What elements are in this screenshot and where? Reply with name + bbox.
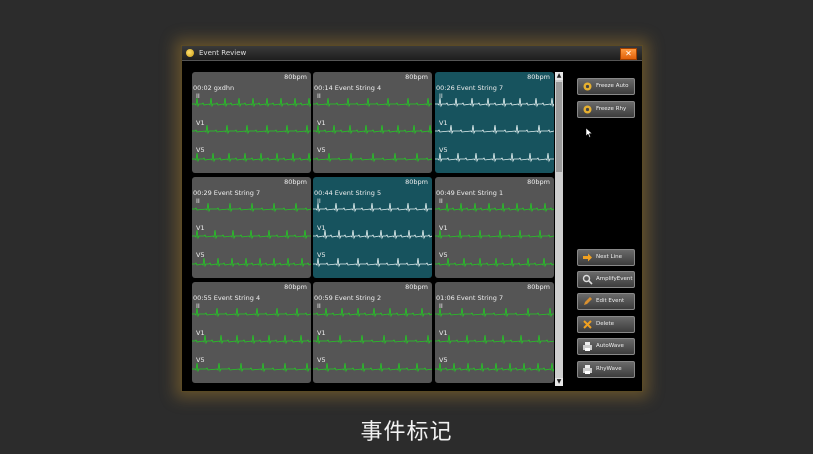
event-review-window: Event Review ✕ 80bpm 00:02 gxdhn II V1 V5 80b… (181, 45, 643, 392)
close-button[interactable]: ✕ (620, 48, 637, 60)
event-tile[interactable]: 80bpm 00:14 Event String 4 II V1 V5 (313, 72, 432, 173)
freeze-auto-button[interactable]: Freeze Auto (577, 78, 635, 95)
event-title: 00:02 gxdhn (193, 84, 235, 92)
ecg-waveform (192, 334, 311, 345)
event-tile[interactable]: 80bpm 00:29 Event String 7 II V1 V5 (192, 177, 311, 278)
heart-rate-label: 80bpm (527, 178, 550, 186)
mouse-cursor-icon (586, 128, 593, 138)
ecg-waveform (192, 152, 311, 163)
event-title: 00:14 Event String 4 (314, 84, 382, 92)
title-bar[interactable]: Event Review ✕ (182, 46, 642, 61)
ecg-waveform (313, 257, 432, 268)
ecg-waveform (435, 124, 554, 135)
ecg-waveform (313, 307, 432, 318)
edit-event-button[interactable]: Edit Event (577, 293, 635, 310)
delete-button[interactable]: Delete (577, 316, 635, 333)
button-label: AutoWave (596, 343, 624, 349)
ecg-waveform (435, 307, 554, 318)
ecg-waveform (313, 362, 432, 373)
button-label: Edit Event (596, 298, 625, 304)
app-icon (186, 49, 194, 57)
pencil-icon (584, 297, 592, 305)
heart-rate-label: 80bpm (284, 283, 307, 291)
amplifyevent-button[interactable]: AmplifyEvent (577, 271, 635, 288)
printer-icon (583, 365, 592, 374)
button-label: Freeze Auto (596, 83, 629, 89)
heart-rate-label: 80bpm (527, 283, 550, 291)
event-title: 00:44 Event String 5 (314, 189, 382, 197)
event-title: 00:26 Event String 7 (436, 84, 504, 92)
freeze-icon (583, 105, 592, 114)
event-title: 00:59 Event String 2 (314, 294, 382, 302)
slide-caption: 事件标记 (360, 420, 453, 445)
ecg-waveform (435, 334, 554, 345)
ecg-waveform (192, 124, 311, 135)
ecg-waveform (435, 152, 554, 163)
button-label: RhyWave (596, 366, 622, 372)
event-tile[interactable]: 80bpm 01:06 Event String 7 II V1 V5 (435, 282, 554, 383)
ecg-waveform (313, 202, 432, 213)
ecg-waveform (192, 362, 311, 373)
ecg-waveform (435, 229, 554, 240)
freeze-rhy-button[interactable]: Freeze Rhy (577, 101, 635, 118)
event-grid: 80bpm 00:02 gxdhn II V1 V5 80bpm 00:14 Event S… (192, 72, 554, 386)
event-tile[interactable]: 80bpm 00:49 Event String 1 II V1 V5 (435, 177, 554, 278)
heart-rate-label: 80bpm (405, 283, 428, 291)
event-title: 00:29 Event String 7 (193, 189, 261, 197)
event-tile[interactable]: 80bpm 00:55 Event String 4 II V1 V5 (192, 282, 311, 383)
ecg-waveform (313, 152, 432, 163)
ecg-waveform (192, 202, 311, 213)
heart-rate-label: 80bpm (284, 178, 307, 186)
ecg-waveform (192, 257, 311, 268)
scroll-down-arrow[interactable]: ▼ (555, 378, 563, 386)
rhywave-button[interactable]: RhyWave (577, 361, 635, 378)
event-tile[interactable]: 80bpm 00:26 Event String 7 II V1 V5 (435, 72, 554, 173)
event-title: 00:49 Event String 1 (436, 189, 504, 197)
heart-rate-label: 80bpm (284, 73, 307, 81)
magnifier-icon (582, 274, 593, 285)
heart-rate-label: 80bpm (405, 73, 428, 81)
event-tile[interactable]: 80bpm 00:02 gxdhn II V1 V5 (192, 72, 311, 173)
event-title: 00:55 Event String 4 (193, 294, 261, 302)
ecg-waveform (192, 229, 311, 240)
next-line-button[interactable]: Next Line (577, 249, 635, 266)
ecg-waveform (435, 257, 554, 268)
vertical-scrollbar[interactable]: ▲ ▼ (555, 72, 563, 386)
ecg-waveform (313, 124, 432, 135)
event-tile[interactable]: 80bpm 00:59 Event String 2 II V1 V5 (313, 282, 432, 383)
ecg-waveform (192, 97, 311, 108)
autowave-button[interactable]: AutoWave (577, 338, 635, 355)
event-title: 01:06 Event String 7 (436, 294, 504, 302)
ecg-waveform (313, 334, 432, 345)
ecg-waveform (313, 229, 432, 240)
ecg-waveform (313, 97, 432, 108)
window-title: Event Review (199, 49, 247, 57)
scroll-up-arrow[interactable]: ▲ (555, 72, 563, 80)
freeze-icon (583, 82, 592, 91)
ecg-waveform (435, 362, 554, 373)
scroll-thumb[interactable] (556, 82, 562, 172)
heart-rate-label: 80bpm (405, 178, 428, 186)
button-label: Delete (596, 321, 615, 327)
ecg-waveform (435, 97, 554, 108)
event-tile[interactable]: 80bpm 00:44 Event String 5 II V1 V5 (313, 177, 432, 278)
button-label: Next Line (596, 254, 623, 260)
button-label: Freeze Rhy (596, 106, 627, 112)
printer-icon (583, 342, 592, 351)
delete-x-icon (583, 320, 592, 329)
heart-rate-label: 80bpm (527, 73, 550, 81)
arrow-right-icon (583, 253, 592, 262)
button-label: AmplifyEvent (596, 276, 633, 282)
ecg-waveform (435, 202, 554, 213)
ecg-waveform (192, 307, 311, 318)
